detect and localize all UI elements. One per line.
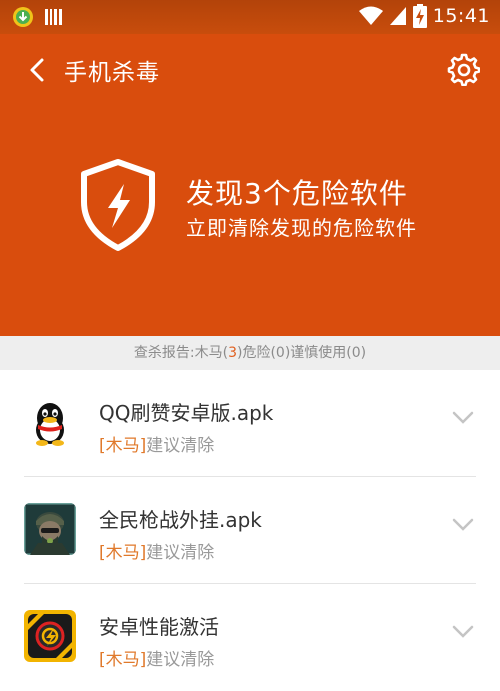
- status-bar: 15:41: [0, 0, 500, 34]
- app-name: 安卓性能激活: [99, 615, 219, 639]
- clock: 15:41: [432, 5, 490, 27]
- app-header: 手机杀毒 发现3个危险软件 立即清除发现的危险软件: [0, 34, 500, 336]
- chevron-down-icon[interactable]: [452, 411, 474, 425]
- suggestion-text: 建议清除: [146, 543, 215, 563]
- battery-charging-icon: [412, 4, 427, 28]
- threat-label: [木马]建议清除: [99, 538, 214, 563]
- threat-label: [木马]建议清除: [99, 431, 214, 456]
- signal-icon: [389, 7, 406, 25]
- chevron-down-icon[interactable]: [452, 518, 474, 532]
- suggestion-text: 建议清除: [146, 650, 215, 670]
- danger-count-title: 发现3个危险软件: [186, 177, 408, 210]
- barcode-notification-icon: [45, 9, 62, 25]
- scan-report-bar: 查杀报告:木马(3)危险(0)谨慎使用(0): [0, 336, 500, 370]
- threat-list: QQ刷赞安卓版.apk [木马]建议清除 全民枪战外挂.apk [木马]建议清除: [0, 370, 500, 691]
- app-name: 全民枪战外挂.apk: [99, 508, 262, 532]
- performance-app-icon: [24, 610, 76, 662]
- download-notification-icon: [13, 7, 33, 27]
- system-icons: 15:41: [358, 4, 490, 28]
- page-title: 手机杀毒: [64, 60, 160, 86]
- report-prefix: 查杀报告:木马(: [133, 345, 229, 361]
- trojan-tag: [木马]: [99, 650, 147, 670]
- list-item[interactable]: 安卓性能激活 [木马]建议清除: [0, 584, 500, 691]
- wifi-icon: [358, 6, 383, 25]
- suggestion-text: 建议清除: [146, 436, 215, 456]
- app-name: QQ刷赞安卓版.apk: [99, 401, 274, 425]
- gear-icon[interactable]: [446, 52, 480, 86]
- soldier-game-icon: [24, 503, 76, 555]
- threat-label: [木马]建议清除: [99, 645, 214, 670]
- back-arrow-icon[interactable]: [24, 56, 52, 84]
- danger-subtitle: 立即清除发现的危险软件: [186, 216, 417, 240]
- chevron-down-icon[interactable]: [452, 625, 474, 639]
- list-item[interactable]: 全民枪战外挂.apk [木马]建议清除: [0, 477, 500, 584]
- trojan-tag: [木马]: [99, 543, 147, 563]
- list-item[interactable]: QQ刷赞安卓版.apk [木马]建议清除: [0, 370, 500, 477]
- shield-lightning-icon: [81, 159, 155, 251]
- qq-penguin-icon: [24, 396, 76, 448]
- trojan-count: 3: [228, 345, 237, 361]
- report-rest: )危险(0)谨慎使用(0): [236, 345, 367, 361]
- notification-icons: [12, 6, 64, 28]
- trojan-tag: [木马]: [99, 436, 147, 456]
